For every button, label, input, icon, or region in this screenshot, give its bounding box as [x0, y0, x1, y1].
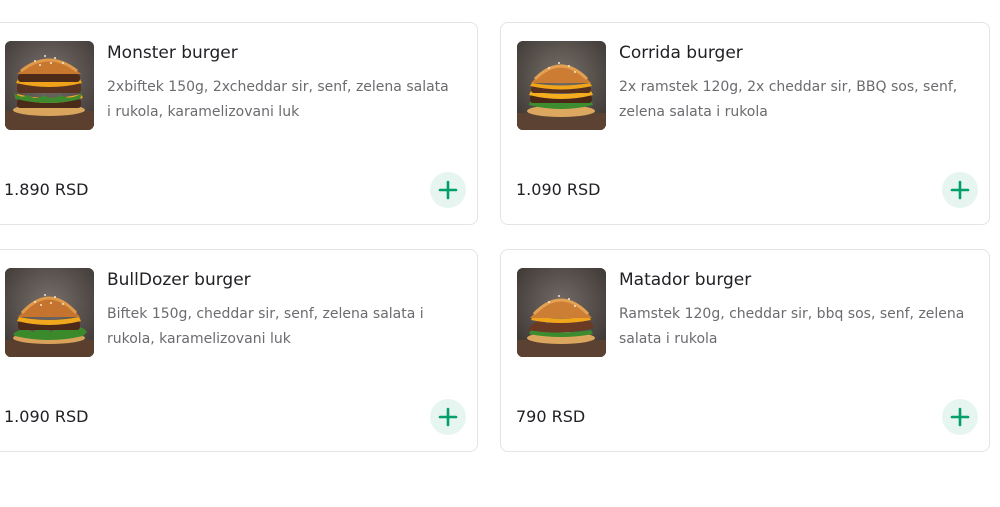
plus-icon: [950, 407, 970, 427]
item-title: Monster burger: [107, 43, 238, 63]
add-to-cart-button[interactable]: [942, 172, 978, 208]
burger-image: [517, 268, 606, 357]
item-title: BullDozer burger: [107, 270, 251, 290]
plus-icon: [438, 180, 458, 200]
add-to-cart-button[interactable]: [430, 399, 466, 435]
burger-image: [517, 41, 606, 130]
menu-item-card[interactable]: Corrida burger 2x ramstek 120g, 2x chedd…: [500, 22, 990, 225]
item-title: Matador burger: [619, 270, 752, 290]
add-to-cart-button[interactable]: [942, 399, 978, 435]
burger-photo-icon: [517, 41, 606, 130]
plus-icon: [950, 180, 970, 200]
item-description: 2x ramstek 120g, 2x cheddar sir, BBQ sos…: [619, 79, 958, 120]
plus-icon: [438, 407, 458, 427]
burger-image: [5, 41, 94, 130]
item-description: Biftek 150g, cheddar sir, senf, zelena s…: [107, 306, 424, 347]
item-description: Ramstek 120g, cheddar sir, bbq sos, senf…: [619, 306, 965, 347]
burger-photo-icon: [5, 41, 94, 130]
burger-photo-icon: [517, 268, 606, 357]
burger-image: [5, 268, 94, 357]
menu-item-card[interactable]: BullDozer burger Biftek 150g, cheddar si…: [0, 249, 478, 452]
item-description: 2xbiftek 150g, 2xcheddar sir, senf, zele…: [107, 79, 449, 120]
burger-photo-icon: [5, 268, 94, 357]
menu-item-card[interactable]: Monster burger 2xbiftek 150g, 2xcheddar …: [0, 22, 478, 225]
item-price: 1.890 RSD: [4, 180, 89, 199]
menu-item-card[interactable]: Matador burger Ramstek 120g, cheddar sir…: [500, 249, 990, 452]
item-title: Corrida burger: [619, 43, 743, 63]
item-price: 790 RSD: [516, 407, 586, 426]
item-price: 1.090 RSD: [516, 180, 601, 199]
item-price: 1.090 RSD: [4, 407, 89, 426]
add-to-cart-button[interactable]: [430, 172, 466, 208]
